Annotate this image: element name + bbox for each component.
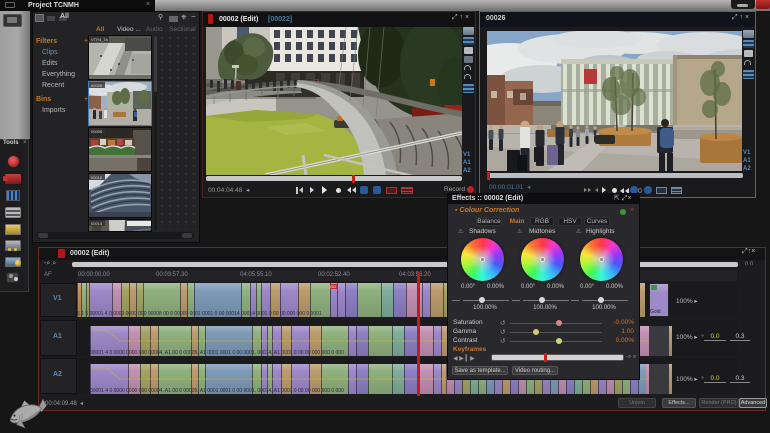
svg-text:00018: 00018 [91, 175, 103, 180]
svg-text:00026: 00026 [91, 83, 103, 88]
svg-text:VTR4_Ta: VTR4_Ta [91, 37, 108, 42]
svg-text:00014: 00014 [91, 221, 103, 226]
svg-text:00008: 00008 [91, 129, 103, 134]
